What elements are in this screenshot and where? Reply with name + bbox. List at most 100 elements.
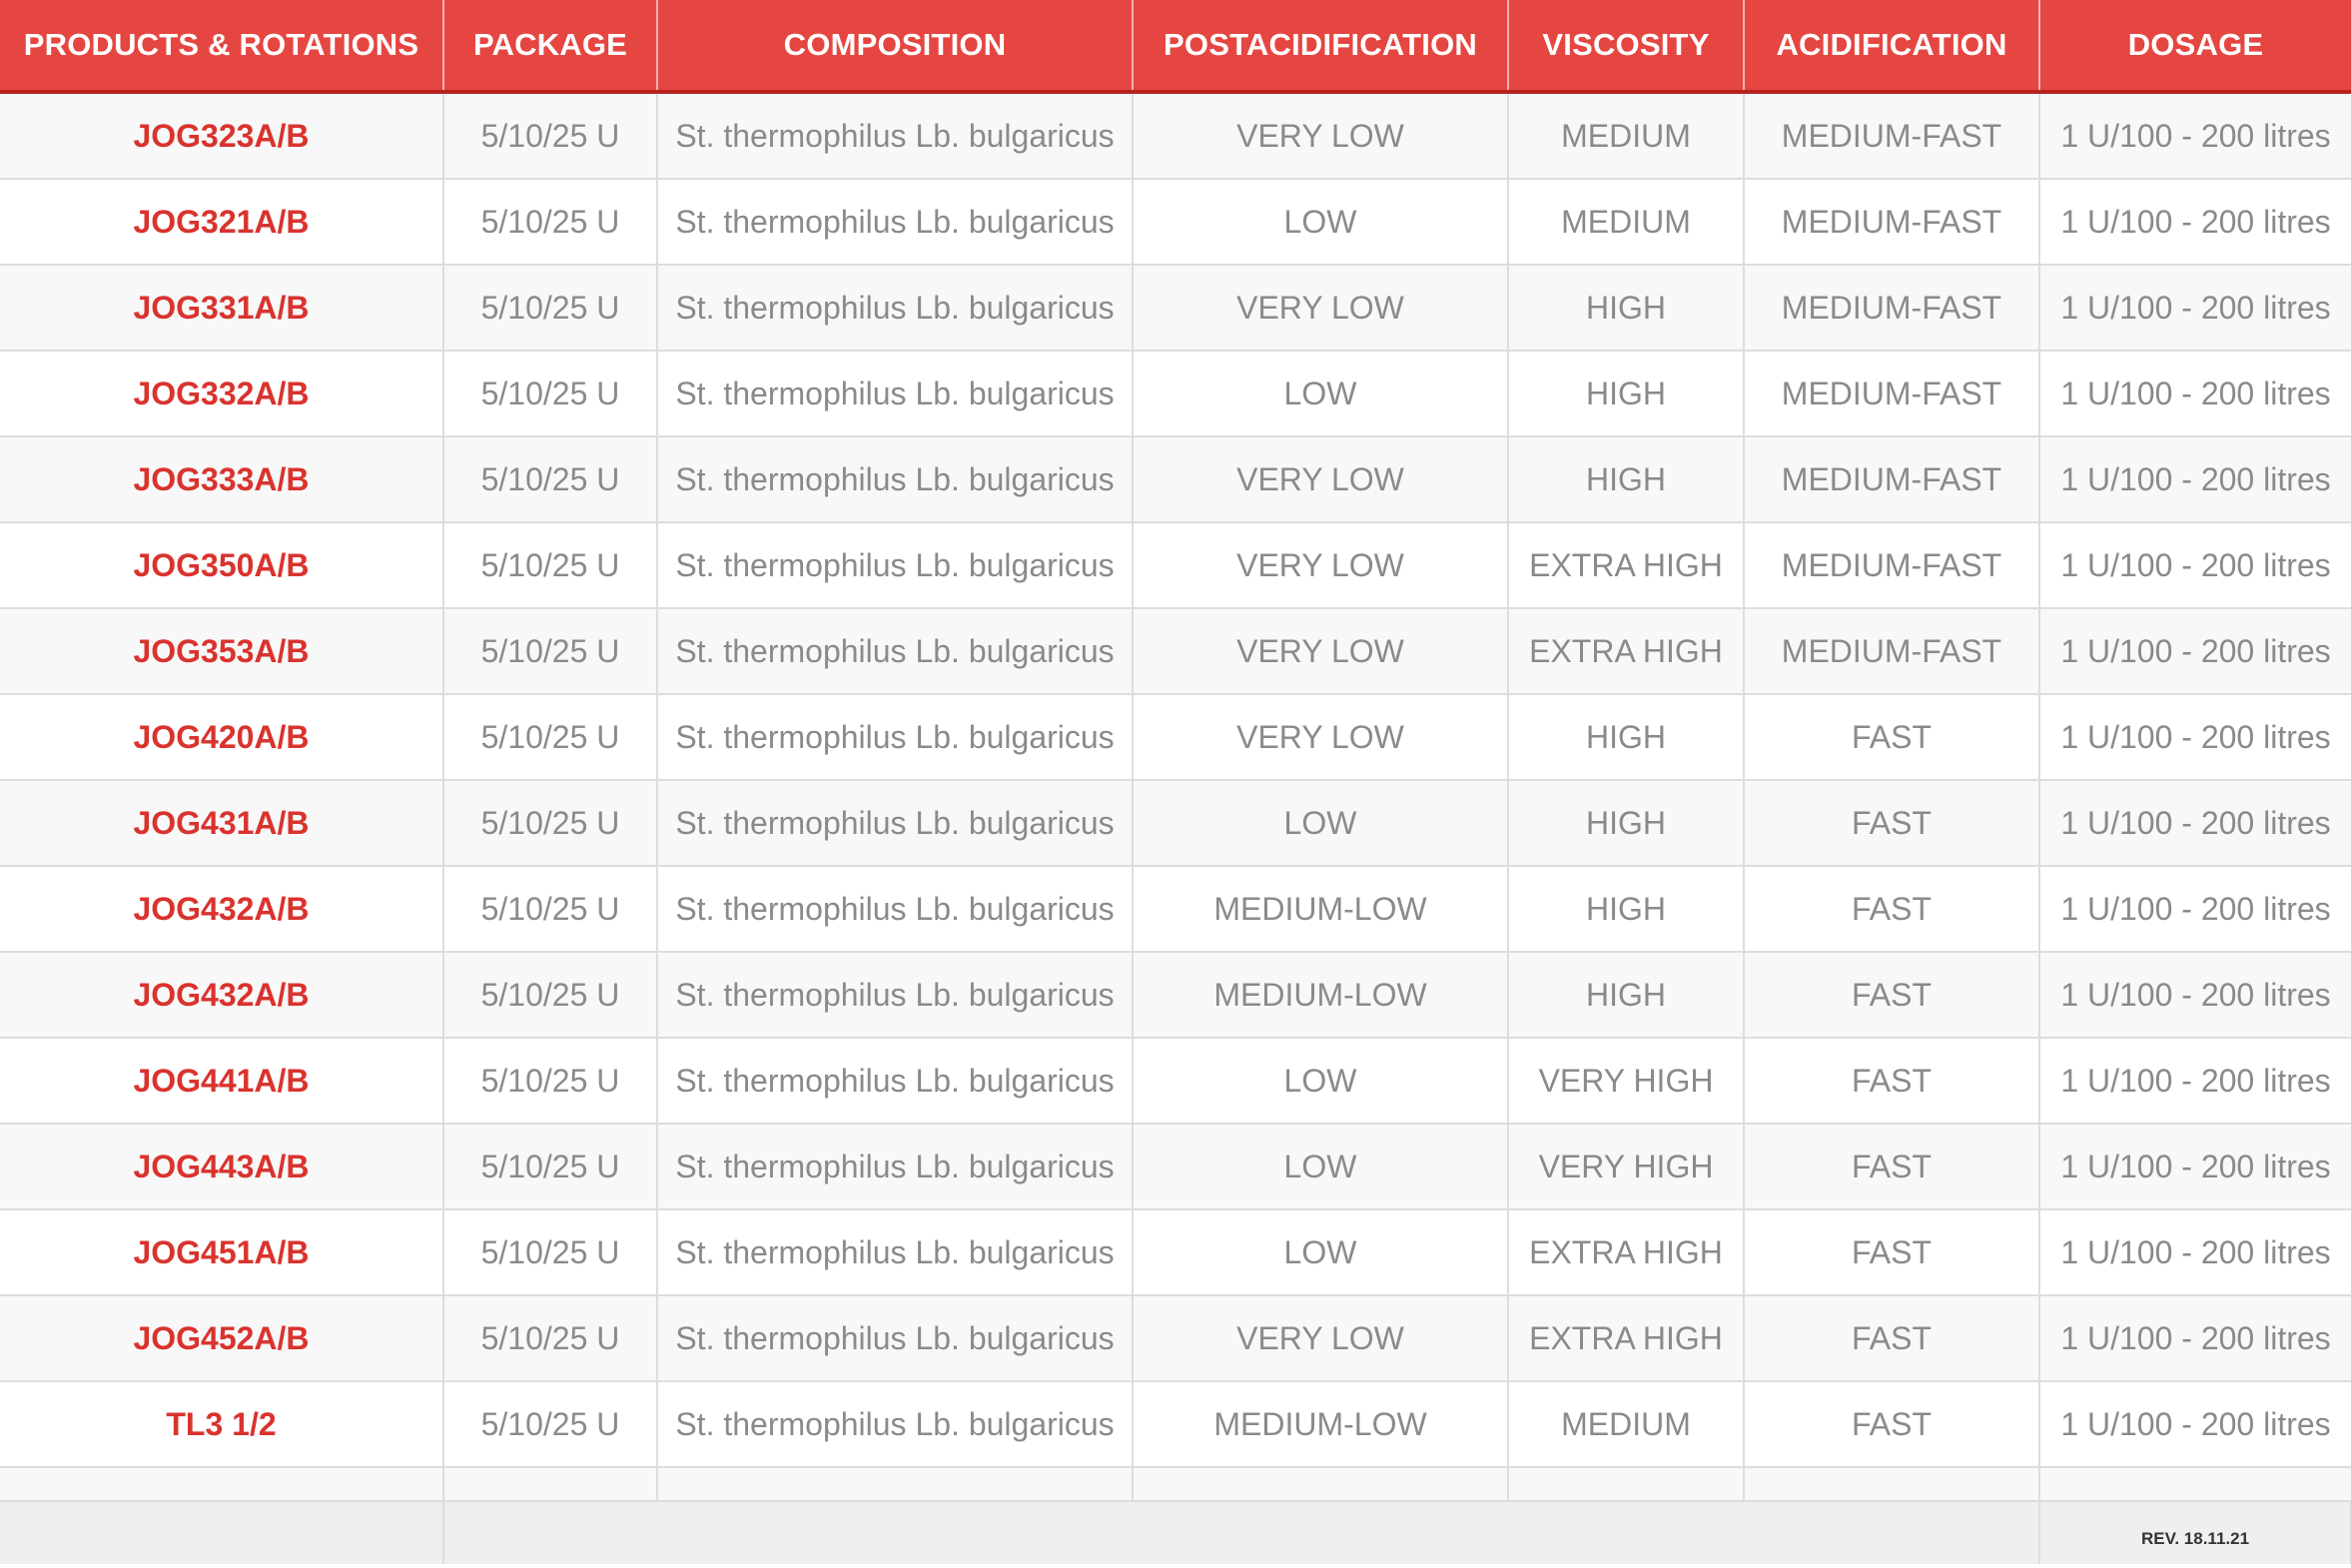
acidification-cell: FAST — [1744, 694, 2040, 781]
header-composition: COMPOSITION — [657, 0, 1134, 94]
acidification-cell: MEDIUM-FAST — [1744, 179, 2040, 266]
header-viscosity: VISCOSITY — [1508, 0, 1745, 94]
postacidification-cell: MEDIUM-LOW — [1133, 866, 1509, 953]
viscosity-cell: EXTRA HIGH — [1508, 608, 1745, 695]
postacidification-cell: VERY LOW — [1133, 522, 1509, 609]
table-row: TL3 1/2 5/10/25 U St. thermophilus Lb. b… — [0, 1381, 2351, 1468]
postacidification-cell: LOW — [1133, 780, 1509, 867]
product-cell: TL3 1/2 — [0, 1381, 444, 1468]
viscosity-cell: VERY HIGH — [1508, 1038, 1745, 1125]
footer-revision-cell: REV. 18.11.21 — [2039, 1501, 2351, 1564]
acidification-cell: FAST — [1744, 952, 2040, 1039]
empty-cell — [657, 1467, 1134, 1502]
viscosity-cell: EXTRA HIGH — [1508, 522, 1745, 609]
acidification-cell: MEDIUM-FAST — [1744, 265, 2040, 352]
composition-cell: St. thermophilus Lb. bulgaricus — [657, 522, 1134, 609]
postacidification-cell: MEDIUM-LOW — [1133, 952, 1509, 1039]
dosage-cell: 1 U/100 - 200 litres — [2039, 1295, 2351, 1382]
acidification-cell: FAST — [1744, 1209, 2040, 1296]
viscosity-cell: HIGH — [1508, 952, 1745, 1039]
product-cell: JOG420A/B — [0, 694, 444, 781]
header-dosage: DOSAGE — [2039, 0, 2351, 94]
acidification-cell: FAST — [1744, 1381, 2040, 1468]
package-cell: 5/10/25 U — [443, 952, 658, 1039]
dosage-cell: 1 U/100 - 200 litres — [2039, 179, 2351, 266]
product-cell: JOG431A/B — [0, 780, 444, 867]
viscosity-cell: HIGH — [1508, 351, 1745, 437]
acidification-cell: FAST — [1744, 1295, 2040, 1382]
composition-cell: St. thermophilus Lb. bulgaricus — [657, 179, 1134, 266]
dosage-cell: 1 U/100 - 200 litres — [2039, 866, 2351, 953]
postacidification-cell: LOW — [1133, 1209, 1509, 1296]
products-table: PRODUCTS & ROTATIONS PACKAGE COMPOSITION… — [0, 0, 2351, 1564]
product-cell: JOG321A/B — [0, 179, 444, 266]
empty-cell — [2039, 1467, 2351, 1502]
table-row: JOG451A/B 5/10/25 U St. thermophilus Lb.… — [0, 1209, 2351, 1296]
composition-cell: St. thermophilus Lb. bulgaricus — [657, 92, 1134, 180]
package-cell: 5/10/25 U — [443, 1124, 658, 1210]
dosage-cell: 1 U/100 - 200 litres — [2039, 436, 2351, 523]
acidification-cell: FAST — [1744, 780, 2040, 867]
viscosity-cell: EXTRA HIGH — [1508, 1209, 1745, 1296]
table-row: JOG321A/B 5/10/25 U St. thermophilus Lb.… — [0, 179, 2351, 266]
package-cell: 5/10/25 U — [443, 780, 658, 867]
dosage-cell: 1 U/100 - 200 litres — [2039, 694, 2351, 781]
dosage-cell: 1 U/100 - 200 litres — [2039, 265, 2351, 352]
postacidification-cell: VERY LOW — [1133, 92, 1509, 180]
product-cell: JOG323A/B — [0, 92, 444, 180]
acidification-cell: MEDIUM-FAST — [1744, 608, 2040, 695]
product-cell: JOG331A/B — [0, 265, 444, 352]
composition-cell: St. thermophilus Lb. bulgaricus — [657, 1124, 1134, 1210]
product-cell: JOG432A/B — [0, 952, 444, 1039]
product-cell: JOG443A/B — [0, 1124, 444, 1210]
table-row: JOG431A/B 5/10/25 U St. thermophilus Lb.… — [0, 780, 2351, 867]
footer-left-cell — [0, 1501, 444, 1564]
composition-cell: St. thermophilus Lb. bulgaricus — [657, 608, 1134, 695]
dosage-cell: 1 U/100 - 200 litres — [2039, 1209, 2351, 1296]
product-cell: JOG432A/B — [0, 866, 444, 953]
viscosity-cell: HIGH — [1508, 694, 1745, 781]
header-acidification: ACIDIFICATION — [1744, 0, 2040, 94]
composition-cell: St. thermophilus Lb. bulgaricus — [657, 866, 1134, 953]
composition-cell: St. thermophilus Lb. bulgaricus — [657, 952, 1134, 1039]
package-cell: 5/10/25 U — [443, 351, 658, 437]
product-cell: JOG451A/B — [0, 1209, 444, 1296]
viscosity-cell: HIGH — [1508, 436, 1745, 523]
table-row: JOG432A/B 5/10/25 U St. thermophilus Lb.… — [0, 952, 2351, 1039]
header-row: PRODUCTS & ROTATIONS PACKAGE COMPOSITION… — [0, 0, 2351, 94]
empty-cell — [443, 1467, 658, 1502]
footer-middle-cell — [443, 1501, 2040, 1564]
product-cell: JOG350A/B — [0, 522, 444, 609]
table-row: JOG332A/B 5/10/25 U St. thermophilus Lb.… — [0, 351, 2351, 437]
dosage-cell: 1 U/100 - 200 litres — [2039, 1038, 2351, 1125]
table-row: JOG333A/B 5/10/25 U St. thermophilus Lb.… — [0, 436, 2351, 523]
product-cell: JOG333A/B — [0, 436, 444, 523]
composition-cell: St. thermophilus Lb. bulgaricus — [657, 780, 1134, 867]
composition-cell: St. thermophilus Lb. bulgaricus — [657, 1209, 1134, 1296]
composition-cell: St. thermophilus Lb. bulgaricus — [657, 265, 1134, 352]
viscosity-cell: HIGH — [1508, 265, 1745, 352]
header-postacidification: POSTACIDIFICATION — [1133, 0, 1509, 94]
viscosity-cell: MEDIUM — [1508, 1381, 1745, 1468]
acidification-cell: MEDIUM-FAST — [1744, 351, 2040, 437]
table-row: JOG323A/B 5/10/25 U St. thermophilus Lb.… — [0, 92, 2351, 180]
dosage-cell: 1 U/100 - 200 litres — [2039, 952, 2351, 1039]
table-row: JOG443A/B 5/10/25 U St. thermophilus Lb.… — [0, 1124, 2351, 1210]
package-cell: 5/10/25 U — [443, 608, 658, 695]
postacidification-cell: VERY LOW — [1133, 436, 1509, 523]
postacidification-cell: LOW — [1133, 179, 1509, 266]
dosage-cell: 1 U/100 - 200 litres — [2039, 780, 2351, 867]
product-cell: JOG332A/B — [0, 351, 444, 437]
composition-cell: St. thermophilus Lb. bulgaricus — [657, 1381, 1134, 1468]
composition-cell: St. thermophilus Lb. bulgaricus — [657, 436, 1134, 523]
product-cell: JOG353A/B — [0, 608, 444, 695]
acidification-cell: MEDIUM-FAST — [1744, 92, 2040, 180]
empty-row — [0, 1467, 2351, 1502]
table-row: JOG441A/B 5/10/25 U St. thermophilus Lb.… — [0, 1038, 2351, 1125]
dosage-cell: 1 U/100 - 200 litres — [2039, 1124, 2351, 1210]
package-cell: 5/10/25 U — [443, 265, 658, 352]
table-body: JOG323A/B 5/10/25 U St. thermophilus Lb.… — [0, 92, 2351, 1564]
revision-label: REV. 18.11.21 — [2140, 1528, 2250, 1548]
acidification-cell: MEDIUM-FAST — [1744, 522, 2040, 609]
dosage-cell: 1 U/100 - 200 litres — [2039, 608, 2351, 695]
